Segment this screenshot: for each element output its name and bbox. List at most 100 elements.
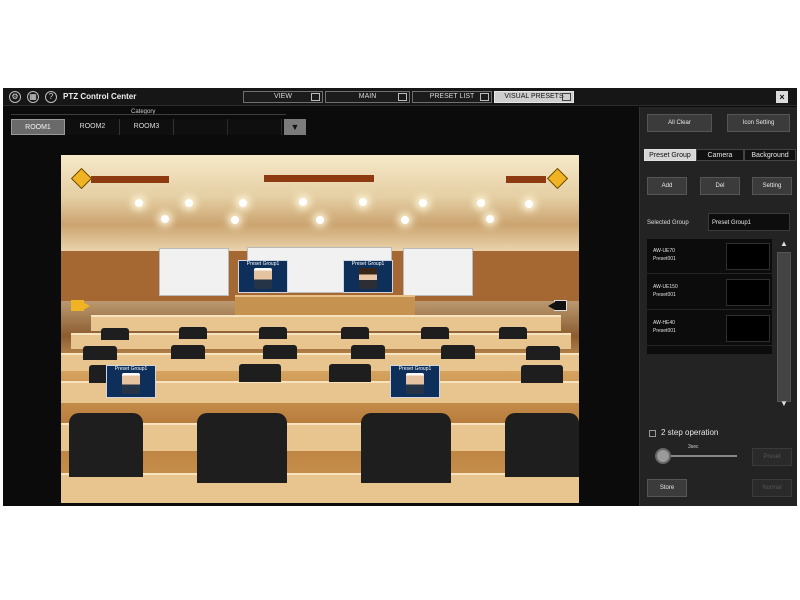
camera-icon[interactable] — [547, 299, 567, 312]
mode-preset-group[interactable]: Preset Group — [644, 149, 696, 161]
list-item-thumbnail — [726, 243, 770, 270]
camera-position-marker-icon[interactable] — [70, 167, 93, 190]
settings-icon[interactable]: ⚙ — [9, 91, 21, 103]
tab-visual-presets[interactable]: VISUAL PRESETS — [494, 91, 574, 103]
camera-position-marker-icon[interactable] — [546, 167, 569, 190]
tab-preset-list[interactable]: PRESET LIST — [412, 91, 492, 103]
ceiling-light — [486, 215, 494, 223]
chair — [351, 345, 385, 359]
mode-background[interactable]: Background — [744, 149, 796, 161]
detach-window-icon[interactable] — [311, 93, 320, 101]
chair — [263, 345, 297, 359]
selected-group-field[interactable]: Preset Group1 — [708, 213, 790, 231]
room-tab-empty[interactable] — [174, 119, 228, 135]
two-step-checkbox[interactable] — [649, 430, 656, 437]
del-button[interactable]: Del — [700, 177, 740, 195]
desk-row — [91, 315, 561, 331]
preset-group-badge[interactable]: Preset Group1 — [106, 365, 156, 398]
list-item[interactable]: AW-UE70 Preset001 — [647, 239, 772, 274]
chair — [259, 327, 287, 339]
selected-group-label: Selected Group — [647, 220, 689, 226]
preset-button[interactable]: Preset — [752, 448, 792, 466]
chair — [341, 327, 369, 339]
scroll-up-icon[interactable]: ▲ — [780, 239, 788, 248]
list-item-preset: Preset001 — [653, 292, 676, 298]
mode-camera[interactable]: Camera — [696, 149, 744, 161]
desk-row — [71, 333, 571, 349]
help-icon[interactable]: ? — [45, 91, 57, 103]
room-tab-room1[interactable]: ROOM1 — [11, 119, 65, 135]
preset-group-badge[interactable]: Preset Group1 — [238, 260, 288, 293]
preset-group-badge-label: Preset Group1 — [351, 261, 385, 267]
tab-main-label: MAIN — [358, 93, 377, 100]
category-dropdown-button[interactable]: ▼ — [284, 119, 306, 135]
list-item-thumbnail — [726, 315, 770, 342]
camera-icon[interactable] — [71, 299, 91, 312]
category-divider — [11, 114, 286, 115]
list-item[interactable]: AW-HE40 Preset001 — [647, 311, 772, 346]
speed-slider[interactable] — [665, 455, 737, 457]
chair — [101, 328, 129, 340]
list-item-text: AW-HE40 Preset001 — [653, 319, 676, 335]
speed-slider-handle[interactable] — [655, 448, 671, 464]
room-tab-room3[interactable]: ROOM3 — [120, 119, 174, 135]
ceiling-light — [299, 198, 307, 206]
setting-button[interactable]: Setting — [752, 177, 792, 195]
list-item-camera: AW-UE70 — [653, 248, 675, 254]
podium-desk — [235, 295, 415, 317]
tab-preset-list-label: PRESET LIST — [429, 93, 475, 100]
visual-preset-background-image[interactable]: Preset Group1 Preset Group1 Preset Group… — [61, 155, 579, 503]
detach-window-icon[interactable] — [398, 93, 407, 101]
normal-button[interactable]: Normal — [752, 479, 792, 497]
preset-group-badge-label: Preset Group1 — [114, 366, 148, 372]
chair — [83, 346, 117, 360]
ceiling-light — [359, 198, 367, 206]
chair — [197, 413, 287, 483]
ceiling-light — [161, 215, 169, 223]
room-tab-room2[interactable]: ROOM2 — [66, 119, 120, 135]
tab-view-label: VIEW — [274, 93, 292, 100]
tab-view[interactable]: VIEW — [243, 91, 323, 103]
icon-setting-button[interactable]: Icon Setting — [727, 114, 790, 132]
list-item-preset: Preset001 — [653, 256, 676, 262]
add-button[interactable]: Add — [647, 177, 687, 195]
store-button[interactable]: Store — [647, 479, 687, 497]
detach-window-icon[interactable] — [562, 93, 571, 101]
chair — [421, 327, 449, 339]
preset-group-badge-label: Preset Group1 — [246, 261, 280, 267]
app-title: PTZ Control Center — [63, 92, 137, 101]
ceiling-light — [419, 199, 427, 207]
scroll-down-icon[interactable]: ▼ — [780, 399, 788, 408]
tab-visual-presets-label: VISUAL PRESETS — [504, 93, 564, 100]
chair — [239, 364, 281, 382]
detach-window-icon[interactable] — [480, 93, 489, 101]
chair — [329, 364, 371, 382]
room-tab-empty[interactable] — [228, 119, 282, 135]
preset-list: AW-UE70 Preset001 AW-UE150 Preset001 AW-… — [647, 239, 772, 354]
camera-lens — [548, 302, 555, 310]
camera-body — [554, 300, 567, 311]
preset-group-badge[interactable]: Preset Group1 — [343, 260, 393, 293]
chair — [179, 327, 207, 339]
chair — [69, 413, 143, 477]
desk-row — [61, 473, 579, 503]
ceiling-light — [525, 200, 533, 208]
chair — [361, 413, 451, 483]
projection-screen — [159, 248, 229, 296]
camera-list-icon[interactable]: ▦ — [27, 91, 39, 103]
chair — [499, 327, 527, 339]
ceiling-vent — [91, 176, 169, 183]
close-button[interactable]: × — [776, 91, 788, 103]
tab-main[interactable]: MAIN — [325, 91, 410, 103]
ceiling-light — [185, 199, 193, 207]
list-item[interactable]: AW-UE150 Preset001 — [647, 275, 772, 310]
person-thumbnail — [406, 373, 424, 394]
chair — [521, 365, 563, 383]
scrollbar[interactable] — [777, 252, 791, 402]
preset-group-badge-label: Preset Group1 — [398, 366, 432, 372]
list-item-text: AW-UE70 Preset001 — [653, 247, 676, 263]
preset-group-badge[interactable]: Preset Group1 — [390, 365, 440, 398]
person-thumbnail — [122, 373, 140, 394]
list-item-camera: AW-HE40 — [653, 320, 675, 326]
all-clear-button[interactable]: All Clear — [647, 114, 712, 132]
